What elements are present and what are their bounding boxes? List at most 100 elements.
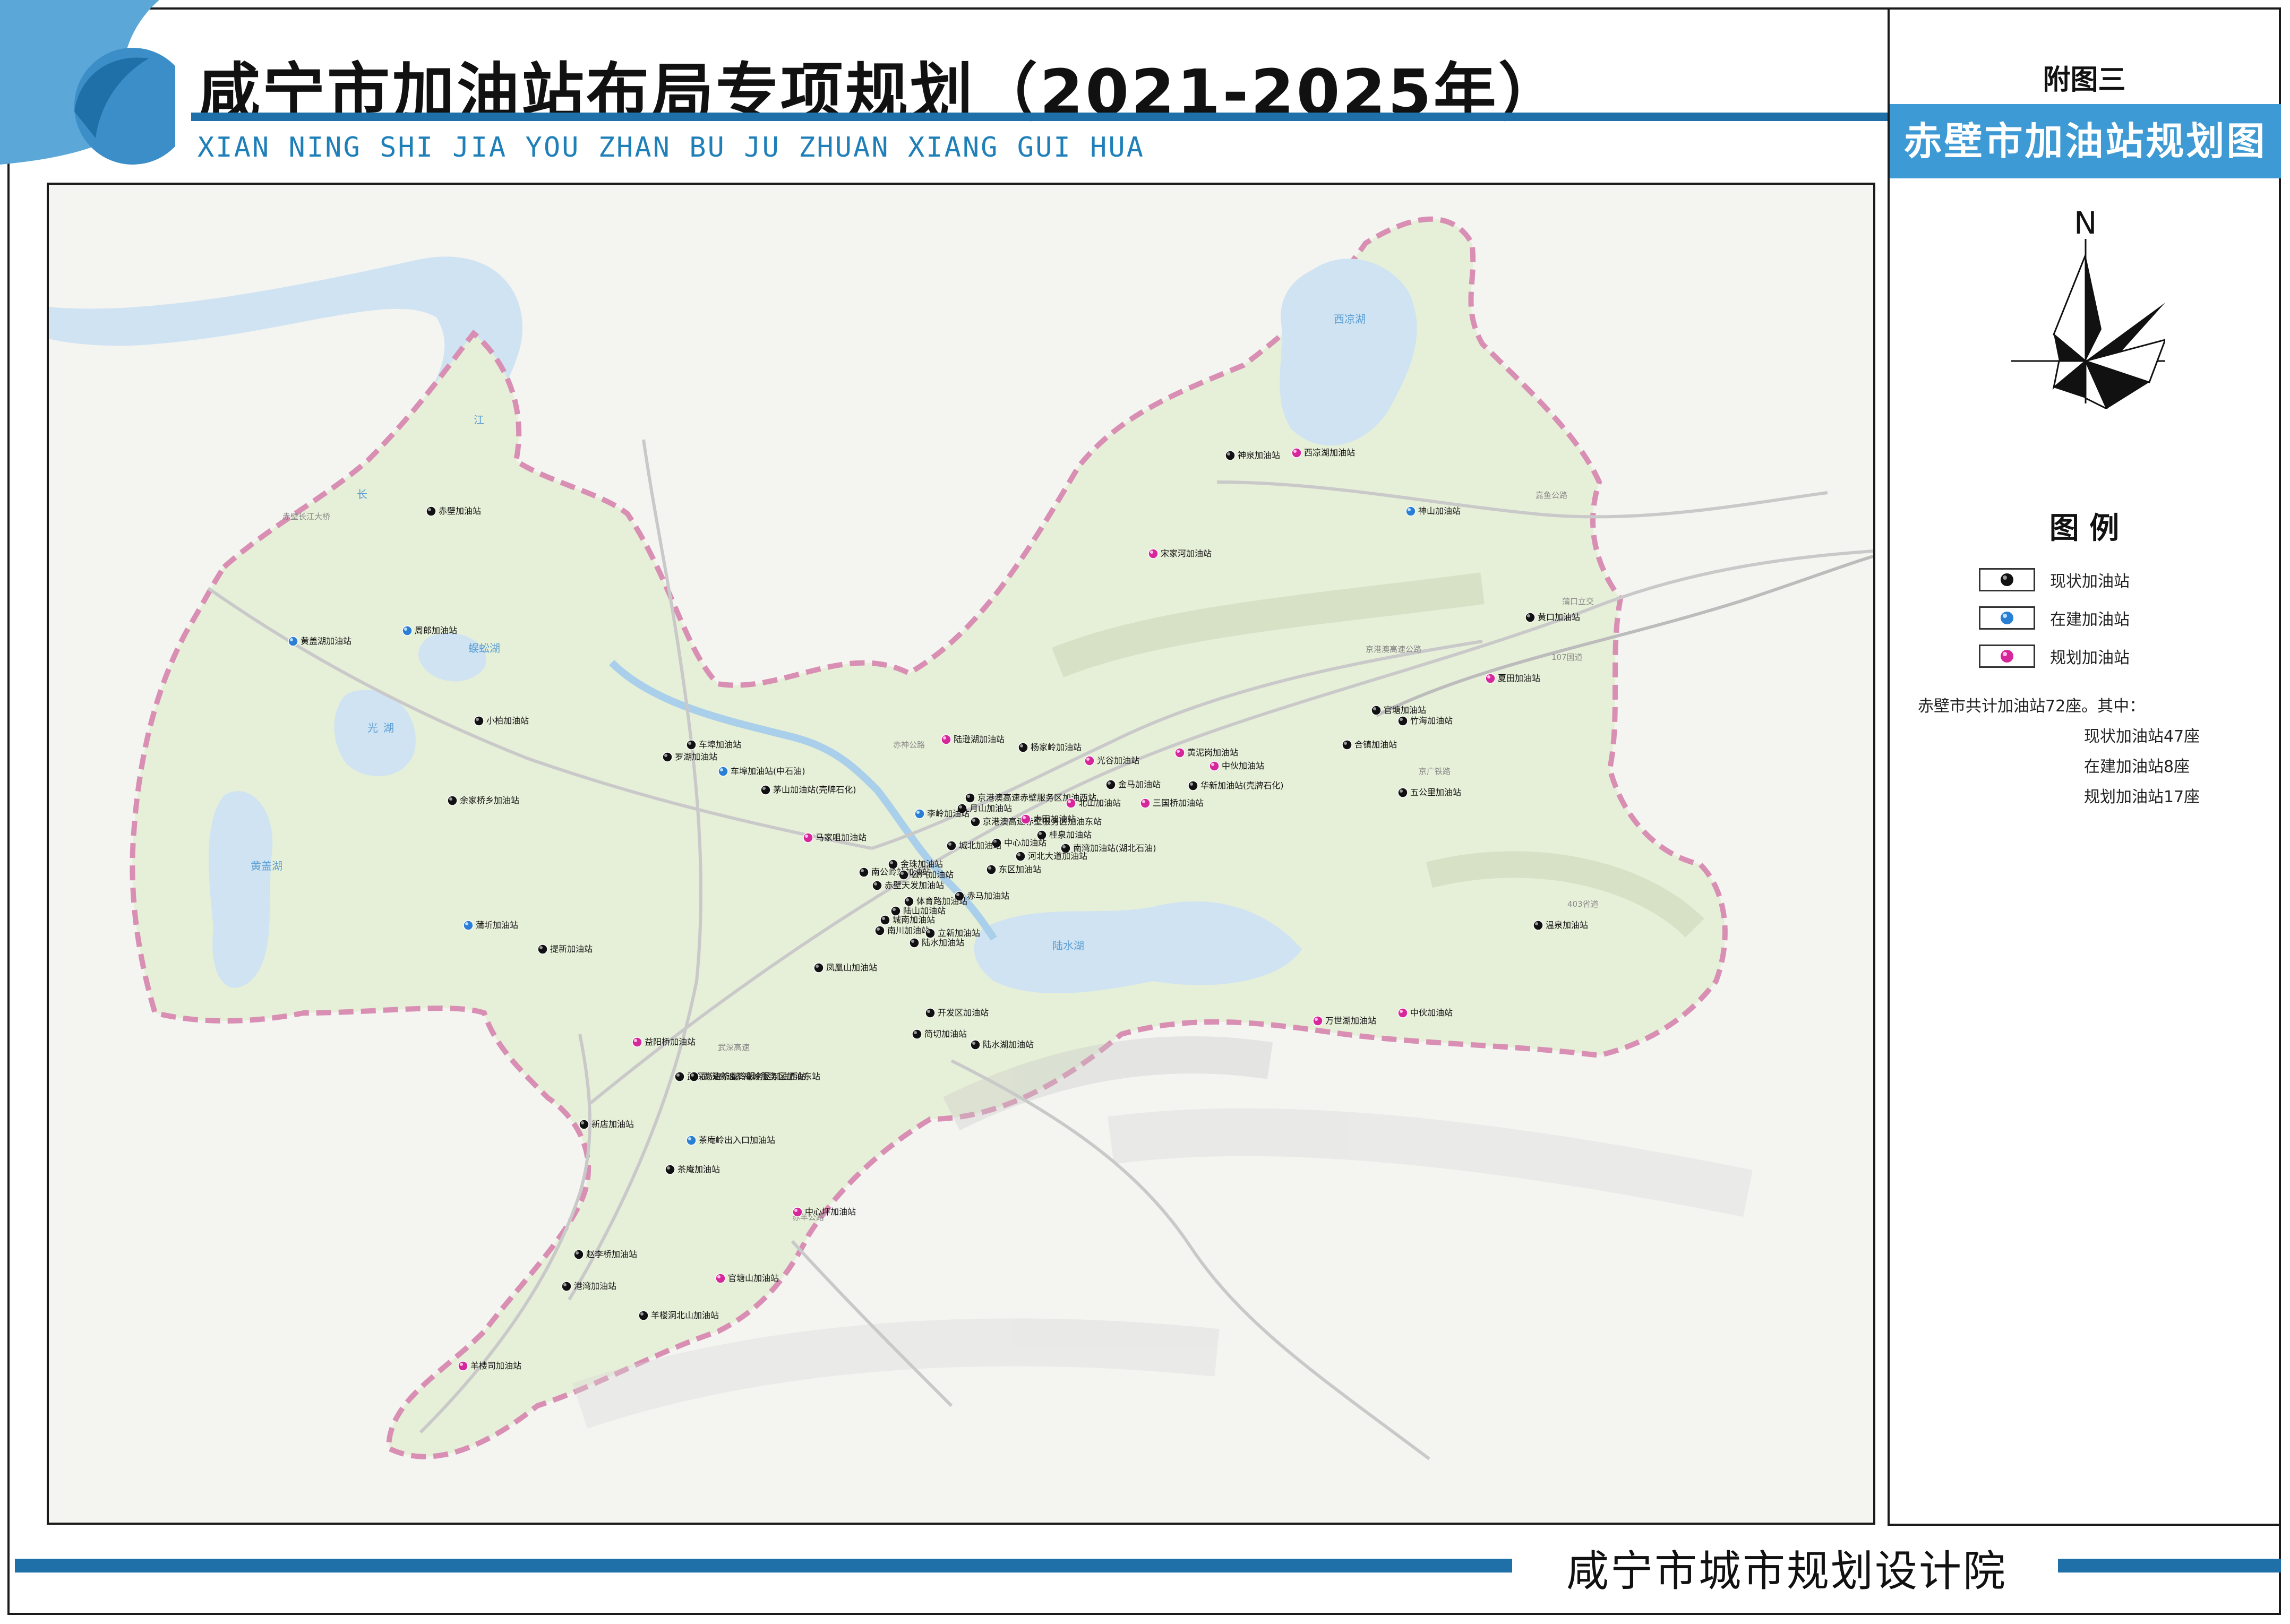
station-label: 宋家河加油站	[1161, 548, 1212, 558]
geo-label: 蜈蚣湖	[468, 642, 500, 655]
station-label: 中伙加油站	[1222, 761, 1264, 771]
station-label: 赤壁天发加油站	[885, 880, 944, 890]
existing-station-icon	[561, 1281, 572, 1292]
station-label: 中伙加油站	[1410, 1008, 1453, 1018]
existing-station-icon	[813, 963, 824, 973]
station-marker[interactable]: 夏田加油站	[1485, 673, 1540, 684]
station-marker[interactable]: 港湾加油站	[561, 1281, 616, 1292]
station-label: 新店加油站	[591, 1119, 634, 1129]
planned-station-icon	[2001, 650, 2013, 663]
road-label: 蒲口立交	[1562, 597, 1594, 606]
station-highlight	[1023, 816, 1026, 819]
station-label: 提新加油站	[550, 944, 593, 954]
station-marker[interactable]: 木田加油站	[1020, 814, 1076, 824]
station-marker[interactable]: 东区加油站	[986, 864, 1041, 875]
station-highlight	[927, 1010, 930, 1013]
station-marker[interactable]: 温泉加油站	[1533, 920, 1588, 931]
existing-station-icon	[1533, 920, 1543, 931]
existing-station-icon	[760, 785, 771, 795]
station-label: 赤马加油站	[967, 891, 1009, 901]
station-marker[interactable]: 提新加油站	[537, 944, 593, 955]
station-marker[interactable]: 简切加油站	[912, 1029, 967, 1039]
station-marker[interactable]: 蒲圻加油站	[463, 920, 518, 931]
station-marker[interactable]: 中伙加油站	[1209, 761, 1264, 771]
station-highlight	[1142, 800, 1145, 803]
station-marker[interactable]: 茅山加油站(壳牌石化)	[760, 785, 856, 795]
existing-station-icon	[986, 864, 997, 875]
existing-station-icon	[925, 928, 936, 939]
existing-station-icon	[573, 1249, 584, 1260]
station-marker[interactable]: 金马加油站	[1105, 779, 1161, 790]
station-highlight	[1211, 763, 1214, 766]
station-marker[interactable]: 神泉加油站	[1225, 450, 1280, 461]
existing-station-icon	[1371, 705, 1382, 716]
station-marker[interactable]: 城北加油站	[946, 840, 1001, 851]
station-highlight	[465, 922, 468, 925]
station-marker[interactable]: 南川加油站	[874, 925, 930, 936]
existing-station-icon	[426, 506, 436, 517]
station-marker[interactable]: 公汽加油站	[898, 870, 954, 880]
road-label: 嘉鱼公路	[1536, 491, 1567, 500]
station-marker[interactable]: 车埠加油站(中石油)	[718, 766, 805, 777]
corner-decoration-icon	[0, 0, 175, 165]
station-marker[interactable]: 中伙加油站	[1397, 1008, 1453, 1018]
station-highlight	[1068, 800, 1071, 803]
station-marker[interactable]: 北山加油站	[1066, 798, 1121, 809]
station-highlight	[914, 1031, 917, 1034]
station-highlight	[1190, 783, 1193, 786]
station-highlight	[967, 795, 970, 798]
station-marker[interactable]: 李岭加油站	[914, 809, 970, 819]
station-marker[interactable]: 武深高速茶庵岭服务区加油东站	[689, 1071, 820, 1082]
station-highlight	[404, 628, 407, 631]
station-marker[interactable]: 城南加油站	[880, 915, 935, 925]
station-label: 合镇加油站	[1354, 740, 1397, 750]
map-canvas[interactable]: 江长 西凉湖蜈蚣湖黄盖湖陆水湖 光湖 赤壁长江大桥赤神公路 嘉鱼公路蒲口立交京港澳高速…	[49, 185, 1873, 1523]
station-label: 中心坪加油站	[805, 1207, 856, 1217]
station-marker[interactable]: 黄口加油站	[1525, 612, 1580, 623]
station-highlight	[667, 1166, 670, 1170]
station-highlight	[539, 946, 543, 949]
station-marker[interactable]: 新店加油站	[579, 1119, 634, 1130]
station-marker[interactable]: 官塘加油站	[1371, 705, 1426, 716]
station-label: 北山加油站	[1078, 798, 1121, 808]
station-marker[interactable]: 神山加油站	[1405, 506, 1461, 517]
station-label: 罗湖加油站	[675, 752, 717, 762]
station-label: 马家咀加油站	[816, 832, 867, 843]
station-marker[interactable]: 京港澳高速赤壁服务区加油西站	[965, 793, 1096, 803]
station-label: 简切加油站	[924, 1029, 967, 1039]
station-highlight	[640, 1312, 644, 1316]
station-marker[interactable]: 羊楼洞北山加油站	[638, 1310, 719, 1321]
station-marker[interactable]: 华新加油站(壳牌石化)	[1188, 780, 1284, 791]
road-label: 武深高速	[718, 1043, 750, 1052]
planned-station-icon	[1066, 798, 1076, 809]
existing-station-icon	[2001, 573, 2013, 586]
station-marker[interactable]: 赤壁加油站	[426, 506, 481, 517]
planned-station-icon	[1485, 673, 1496, 684]
station-label: 港湾加油站	[574, 1281, 616, 1291]
station-highlight	[576, 1251, 579, 1254]
building-station-icon	[686, 1135, 697, 1146]
station-marker[interactable]: 茶庵加油站	[665, 1164, 720, 1175]
station-highlight	[1408, 508, 1411, 511]
station-marker[interactable]: 小柏加油站	[474, 716, 529, 726]
road-label: 赤神公路	[893, 740, 925, 750]
geo-label: 陆水湖	[1052, 939, 1084, 952]
footer-organization: 咸宁市城市规划设计院	[1566, 1546, 2007, 1596]
station-marker[interactable]: 周郎加油站	[402, 625, 457, 636]
station-marker[interactable]: 合镇加油站	[1342, 740, 1397, 750]
station-marker[interactable]: 车埠加油站	[686, 740, 741, 750]
station-marker[interactable]: 立新加油站	[925, 928, 980, 939]
north-arrow-icon: N	[2011, 205, 2165, 409]
station-marker[interactable]: 罗湖加油站	[662, 752, 717, 762]
station-marker[interactable]: 陆水加油站	[909, 938, 964, 948]
existing-station-icon	[579, 1119, 589, 1130]
map-area[interactable]: 江长 西凉湖 蜈蚣湖 黄盖湖 陆水湖 光湖 赤壁长江大桥 赤神公路 嘉鱼公路 蒲口立交 京港澳高速…	[47, 183, 1875, 1525]
summary-building: 在建加油站8座	[2084, 758, 2190, 776]
station-marker[interactable]: 光谷加油站	[1084, 755, 1139, 766]
station-marker[interactable]: 竹海加油站	[1397, 716, 1453, 726]
station-highlight	[948, 843, 951, 846]
station-label: 车埠加油站	[699, 740, 741, 750]
station-label: 万世湖加油站	[1325, 1016, 1376, 1026]
station-marker[interactable]: 茶庵岭出入口加油站	[686, 1135, 775, 1146]
existing-station-icon	[689, 1071, 699, 1082]
